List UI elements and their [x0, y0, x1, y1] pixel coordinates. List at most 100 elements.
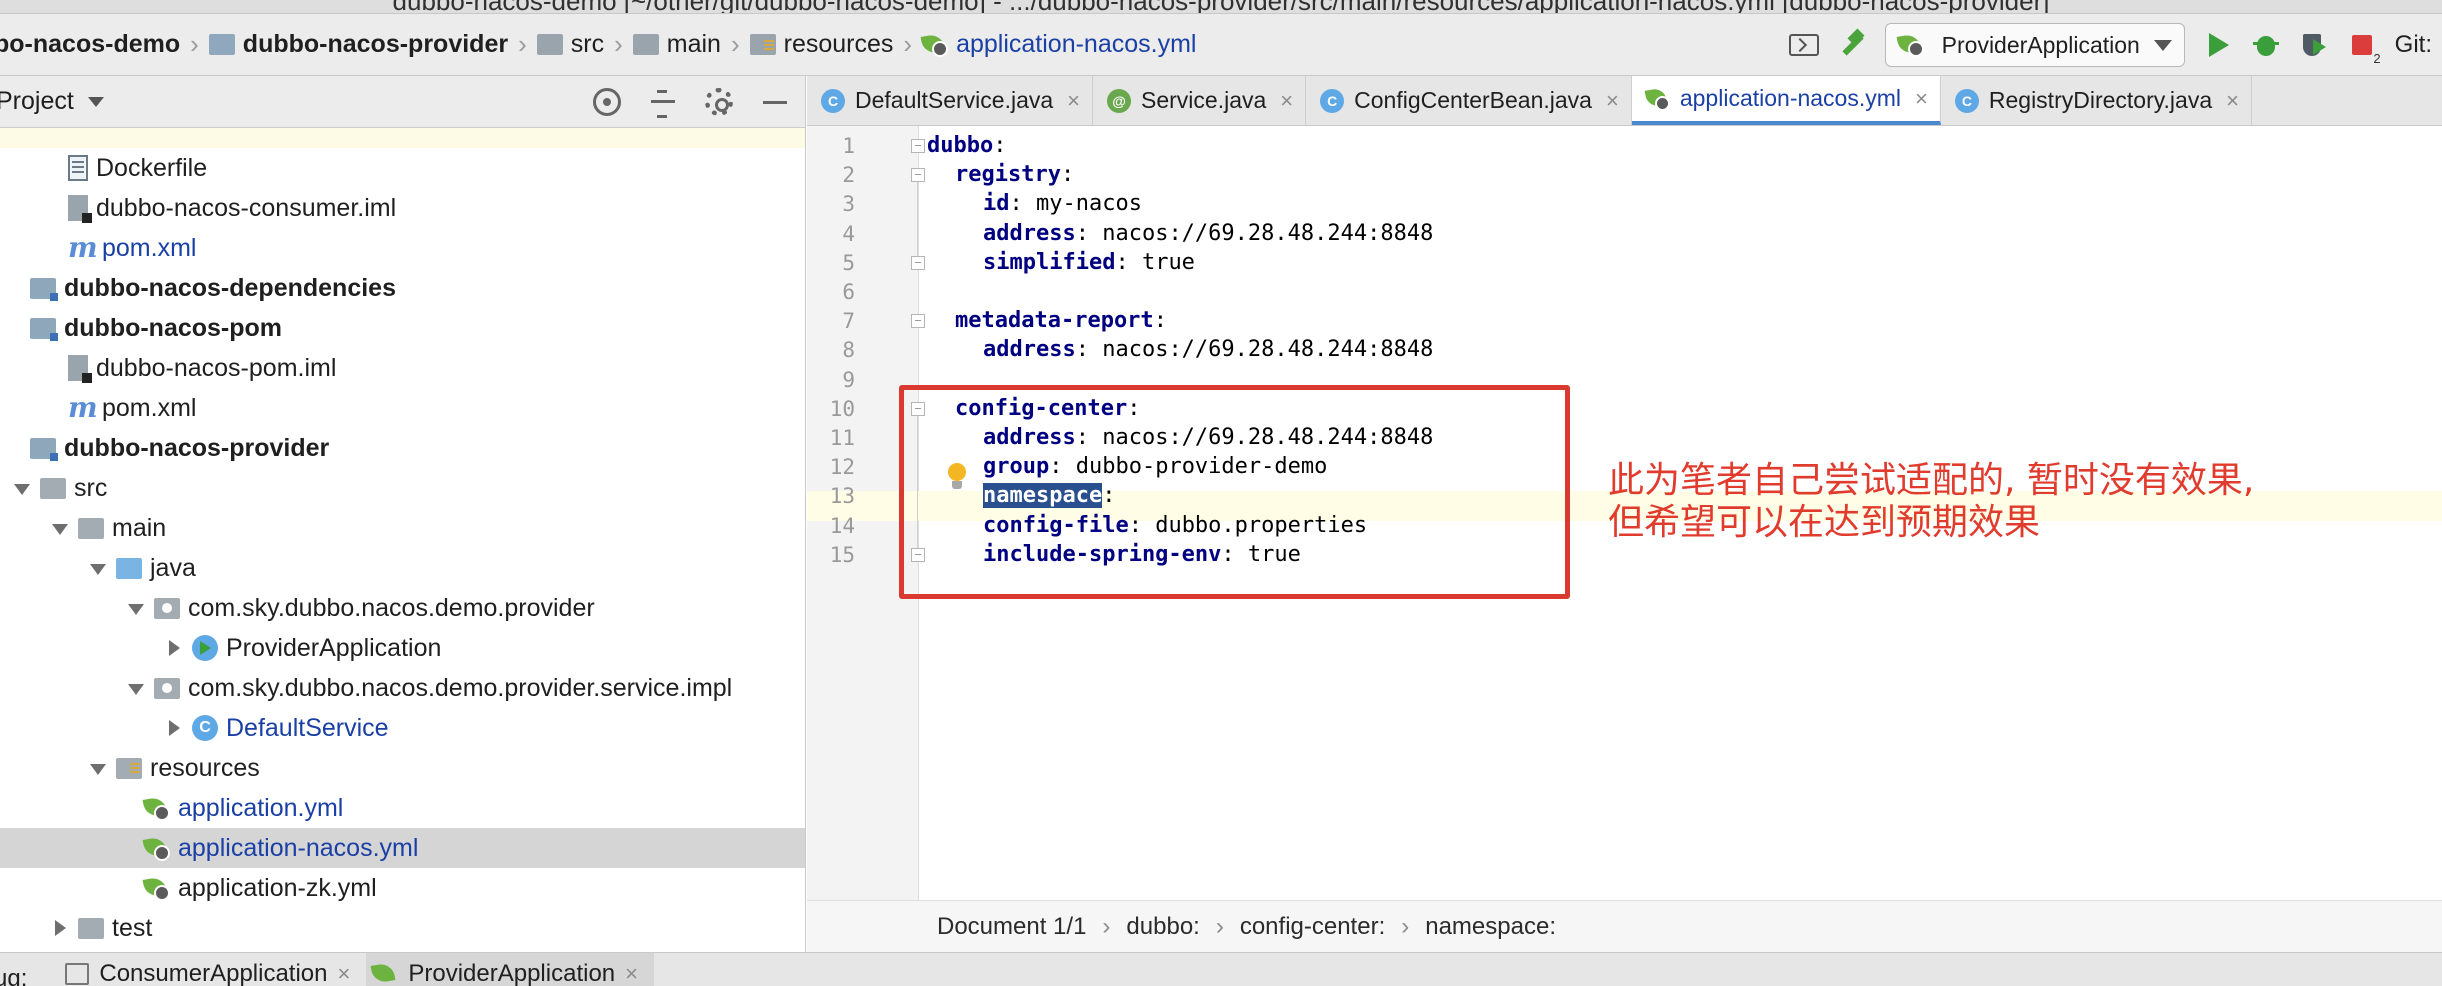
spring-boot-icon — [1898, 33, 1924, 57]
breadcrumb-item[interactable]: › src — [508, 14, 604, 76]
tool-window-icon[interactable] — [1788, 34, 1819, 56]
collapse-all-icon[interactable] — [649, 88, 677, 118]
project-view-title[interactable]: Project — [0, 87, 74, 116]
gear-icon[interactable] — [705, 88, 733, 116]
editor-breadcrumb: Document 1/1 › dubbo: › config-center: › names… — [807, 900, 2442, 952]
tree-item-label: com.sky.dubbo.nacos.demo.provider.servic… — [188, 673, 733, 702]
close-icon[interactable]: × — [338, 961, 351, 986]
code-line[interactable]: simplified: true — [983, 248, 1195, 278]
editor-breadcrumb-item[interactable]: dubbo: — [1126, 913, 1199, 941]
code-line[interactable]: id: my-nacos — [983, 189, 1142, 219]
build-hammer-icon[interactable] — [1837, 30, 1867, 60]
tree-item[interactable]: resources — [0, 748, 805, 788]
tree-item[interactable]: m pom.xml — [0, 228, 805, 268]
close-icon[interactable]: × — [1280, 88, 1293, 114]
tree-item[interactable]: C DefaultService — [0, 708, 805, 748]
maven-icon: m — [68, 391, 98, 424]
chevron-down-icon[interactable] — [87, 96, 104, 107]
close-icon[interactable]: × — [1606, 88, 1619, 114]
fold-marker-icon[interactable] — [911, 255, 925, 270]
tree-item[interactable]: ProviderApplication — [0, 628, 805, 668]
line-number: 2 — [842, 163, 855, 188]
chevron-right-icon: › — [903, 29, 913, 59]
package-icon — [154, 597, 180, 619]
run-configuration-select[interactable]: ProviderApplication — [1884, 23, 2185, 67]
debug-bug-icon[interactable] — [2251, 30, 2281, 60]
code-line[interactable]: address: nacos://69.28.48.244:8848 — [983, 219, 1433, 249]
code-line[interactable]: dubbo: — [927, 131, 1006, 161]
close-icon[interactable]: × — [1067, 88, 1080, 114]
class-icon: C — [192, 715, 218, 741]
tree-item-label: dubbo-nacos-dependencies — [64, 273, 396, 302]
tree-item[interactable]: com.sky.dubbo.nacos.demo.provider.servic… — [0, 668, 805, 708]
expand-toggle-icon[interactable] — [86, 756, 110, 780]
spring-boot-icon — [372, 962, 398, 986]
navigation-bar: bo-nacos-demo › dubbo-nacos-provider › src › m… — [0, 14, 2442, 76]
breadcrumb-item[interactable]: bo-nacos-demo — [0, 14, 180, 76]
locate-target-icon[interactable] — [593, 88, 621, 116]
editor-tab[interactable]: C ConfigCenterBean.java × — [1306, 76, 1632, 125]
tree-item[interactable] — [0, 128, 805, 148]
close-icon[interactable]: × — [625, 961, 638, 986]
code-line[interactable]: registry: — [955, 160, 1074, 190]
stop-icon[interactable]: 2 — [2347, 30, 2381, 66]
expand-toggle-icon[interactable] — [162, 716, 186, 740]
tree-item[interactable]: dubbo-nacos-provider — [0, 428, 805, 468]
code-line[interactable]: metadata-report: — [955, 306, 1167, 336]
editor-breadcrumb-item[interactable]: namespace: — [1425, 913, 1556, 941]
yaml-value: nacos://69.28.48.244:8848 — [1088, 337, 1434, 363]
tree-item[interactable]: com.sky.dubbo.nacos.demo.provider — [0, 588, 805, 628]
application-icon — [65, 963, 90, 985]
tree-item[interactable]: java — [0, 548, 805, 588]
expand-toggle-icon[interactable] — [162, 636, 186, 660]
tree-item-label: pom.xml — [102, 393, 197, 422]
expand-toggle-icon[interactable] — [48, 916, 72, 940]
tree-item[interactable]: application.yml — [0, 788, 805, 828]
editor-tab[interactable]: C DefaultService.java × — [807, 76, 1094, 125]
run-with-coverage-icon[interactable] — [2299, 30, 2329, 60]
run-class-icon — [192, 635, 218, 661]
tree-item[interactable]: src — [0, 468, 805, 508]
fold-marker-icon[interactable] — [911, 139, 925, 153]
code-line[interactable]: address: nacos://69.28.48.244:8848 — [983, 335, 1433, 365]
breadcrumb-item[interactable]: › resources — [721, 14, 893, 76]
breadcrumb-item[interactable]: › main — [604, 14, 721, 76]
tree-item[interactable]: test — [0, 908, 805, 948]
tree-item[interactable]: dubbo-nacos-pom — [0, 308, 805, 348]
editor-breadcrumb-item[interactable]: config-center: — [1240, 913, 1385, 941]
editor-tab[interactable]: C RegistryDirectory.java × — [1941, 76, 2252, 125]
tree-item[interactable]: main — [0, 508, 805, 548]
expand-toggle-icon[interactable] — [124, 596, 148, 620]
breadcrumb-item[interactable]: › dubbo-nacos-provider — [180, 14, 508, 76]
line-number: 5 — [842, 250, 855, 275]
tree-item[interactable]: m pom.xml — [0, 388, 805, 428]
debug-session-tab[interactable]: ProviderApplication × — [366, 953, 654, 986]
line-number: 11 — [829, 426, 855, 450]
editor-tab[interactable]: @ Service.java × — [1093, 76, 1307, 125]
tree-item[interactable]: application-nacos.yml — [0, 828, 805, 868]
editor-tab[interactable]: application-nacos.yml × — [1631, 76, 1941, 125]
close-icon[interactable]: × — [1915, 86, 1928, 112]
breadcrumb-item[interactable]: › application-nacos.yml — [893, 14, 1196, 76]
expand-toggle-icon[interactable] — [48, 516, 72, 540]
expand-toggle-icon[interactable] — [124, 676, 148, 700]
project-tree: Dockerfile dubbo-nacos-consumer.iml m pom.x… — [0, 128, 805, 948]
annotation-line: 此为笔者自己尝试适配的, 暂时没有效果, — [1608, 460, 2255, 501]
tree-item[interactable]: application-zk.yml — [0, 868, 805, 908]
expand-toggle-icon[interactable] — [86, 556, 110, 580]
fold-marker-icon[interactable] — [911, 314, 925, 329]
editor-breadcrumb-item[interactable]: Document 1/1 — [937, 913, 1086, 941]
close-icon[interactable]: × — [2226, 88, 2239, 114]
tree-item[interactable]: dubbo-nacos-pom.iml — [0, 348, 805, 388]
debug-session-tab[interactable]: ConsumerApplication × — [59, 953, 366, 986]
minimize-icon[interactable] — [761, 88, 789, 116]
fold-marker-icon[interactable] — [911, 168, 925, 183]
run-icon[interactable] — [2203, 30, 2233, 60]
git-label[interactable]: Git: — [2395, 31, 2432, 59]
tree-item[interactable]: dubbo-nacos-consumer.iml — [0, 188, 805, 228]
expand-toggle-icon[interactable] — [10, 476, 34, 500]
tree-item-label: ProviderApplication — [226, 633, 442, 662]
tree-item[interactable]: dubbo-nacos-dependencies — [0, 268, 805, 308]
tree-item[interactable]: Dockerfile — [0, 148, 805, 188]
